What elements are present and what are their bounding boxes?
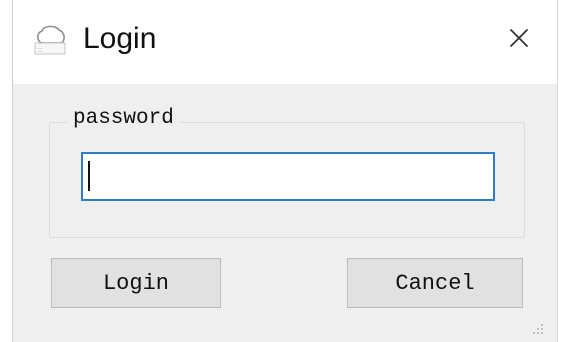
svg-text::::: ::: [37,47,43,54]
text-caret [88,161,90,191]
login-button[interactable]: Login [51,258,221,308]
login-dialog: ::: Login password Login Cancel [12,0,558,342]
resize-grip-icon[interactable] [531,322,545,336]
dialog-content: password Login Cancel [13,84,557,342]
cancel-button[interactable]: Cancel [347,258,523,308]
close-button[interactable] [499,18,539,58]
app-icon: ::: [34,25,66,55]
window-title: Login [83,22,157,55]
title-bar: ::: Login [13,0,557,84]
password-group-label: password [67,104,180,134]
close-icon[interactable] [507,26,531,50]
password-input[interactable] [81,152,495,201]
